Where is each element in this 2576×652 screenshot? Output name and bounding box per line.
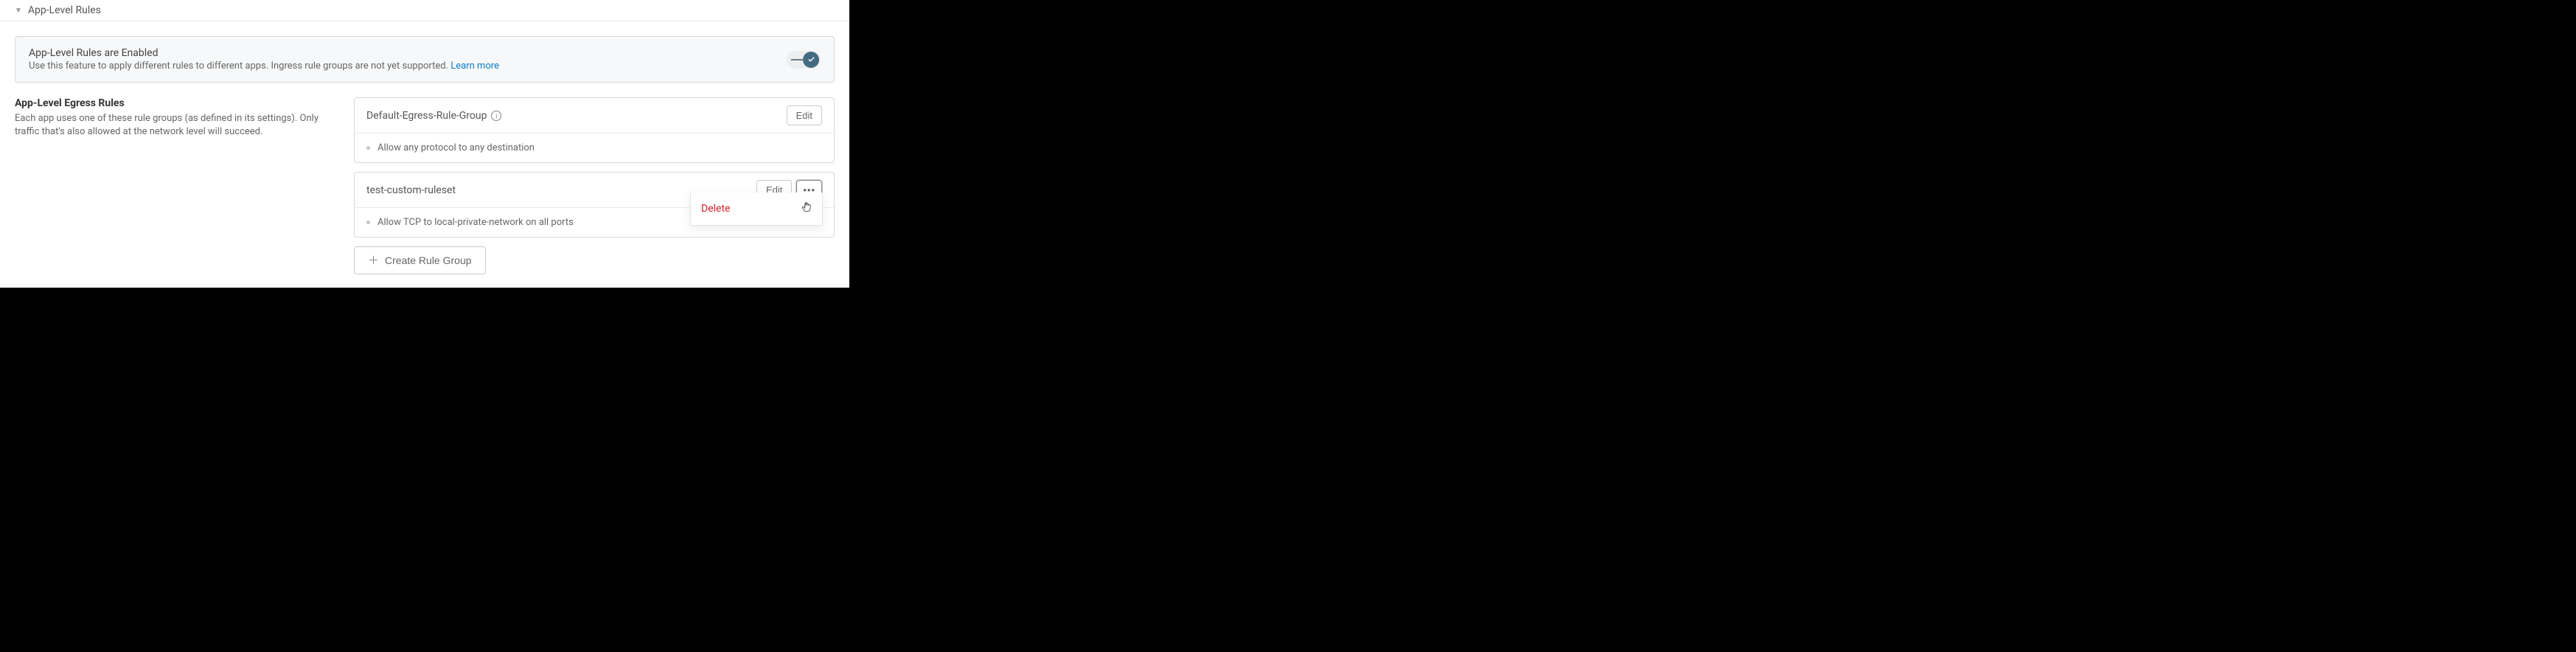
delete-label: Delete	[701, 203, 730, 215]
egress-description-col: App-Level Egress Rules Each app uses one…	[15, 97, 339, 274]
rule-text: Allow TCP to local-private-network on al…	[377, 217, 574, 228]
learn-more-link[interactable]: Learn more	[450, 60, 499, 72]
egress-layout: App-Level Egress Rules Each app uses one…	[15, 97, 835, 274]
enable-toggle[interactable]	[787, 51, 821, 69]
info-icon[interactable]: i	[491, 111, 501, 121]
egress-title: App-Level Egress Rules	[15, 97, 339, 109]
toggle-track-line	[791, 59, 804, 60]
bullet-icon	[366, 146, 370, 150]
delete-option[interactable]: Delete	[691, 193, 822, 225]
check-icon	[807, 55, 815, 63]
more-actions-dropdown: Delete	[690, 193, 823, 226]
create-label: Create Rule Group	[385, 254, 472, 266]
pointer-cursor-icon	[801, 201, 812, 216]
rule-group-name: test-custom-ruleset	[366, 184, 456, 196]
banner-text: App-Level Rules are Enabled Use this fea…	[29, 47, 787, 72]
rule-group-name-wrap: test-custom-ruleset	[366, 184, 456, 196]
section-title: App-Level Rules	[28, 4, 101, 16]
banner-desc-text: Use this feature to apply different rule…	[29, 60, 450, 72]
rule-item: Allow any protocol to any destination	[355, 133, 834, 162]
edit-button[interactable]: Edit	[787, 105, 822, 125]
app-level-rules-panel: ▼ App-Level Rules App-Level Rules are En…	[0, 0, 849, 288]
chevron-down-icon: ▼	[15, 7, 22, 15]
create-rule-group-button[interactable]: ＋ Create Rule Group	[354, 246, 486, 274]
rule-group: Default-Egress-Rule-Group i Edit Allow a…	[354, 97, 835, 163]
section-header[interactable]: ▼ App-Level Rules	[0, 0, 849, 21]
bullet-icon	[366, 221, 370, 224]
toggle-knob	[803, 52, 819, 68]
banner-description: Use this feature to apply different rule…	[29, 60, 787, 72]
plus-icon: ＋	[368, 255, 379, 266]
rule-text: Allow any protocol to any destination	[377, 142, 535, 153]
section-content: App-Level Rules are Enabled Use this fea…	[0, 21, 849, 288]
egress-desc: Each app uses one of these rule groups (…	[15, 112, 339, 139]
rule-group-name: Default-Egress-Rule-Group	[366, 110, 487, 122]
enabled-banner: App-Level Rules are Enabled Use this fea…	[15, 36, 835, 83]
rule-group-header: Default-Egress-Rule-Group i Edit	[355, 98, 834, 133]
rule-group-actions: Edit	[787, 105, 822, 125]
banner-title: App-Level Rules are Enabled	[29, 47, 787, 59]
rule-groups-col: Default-Egress-Rule-Group i Edit Allow a…	[354, 97, 835, 274]
rule-group-name-wrap: Default-Egress-Rule-Group i	[366, 110, 501, 122]
